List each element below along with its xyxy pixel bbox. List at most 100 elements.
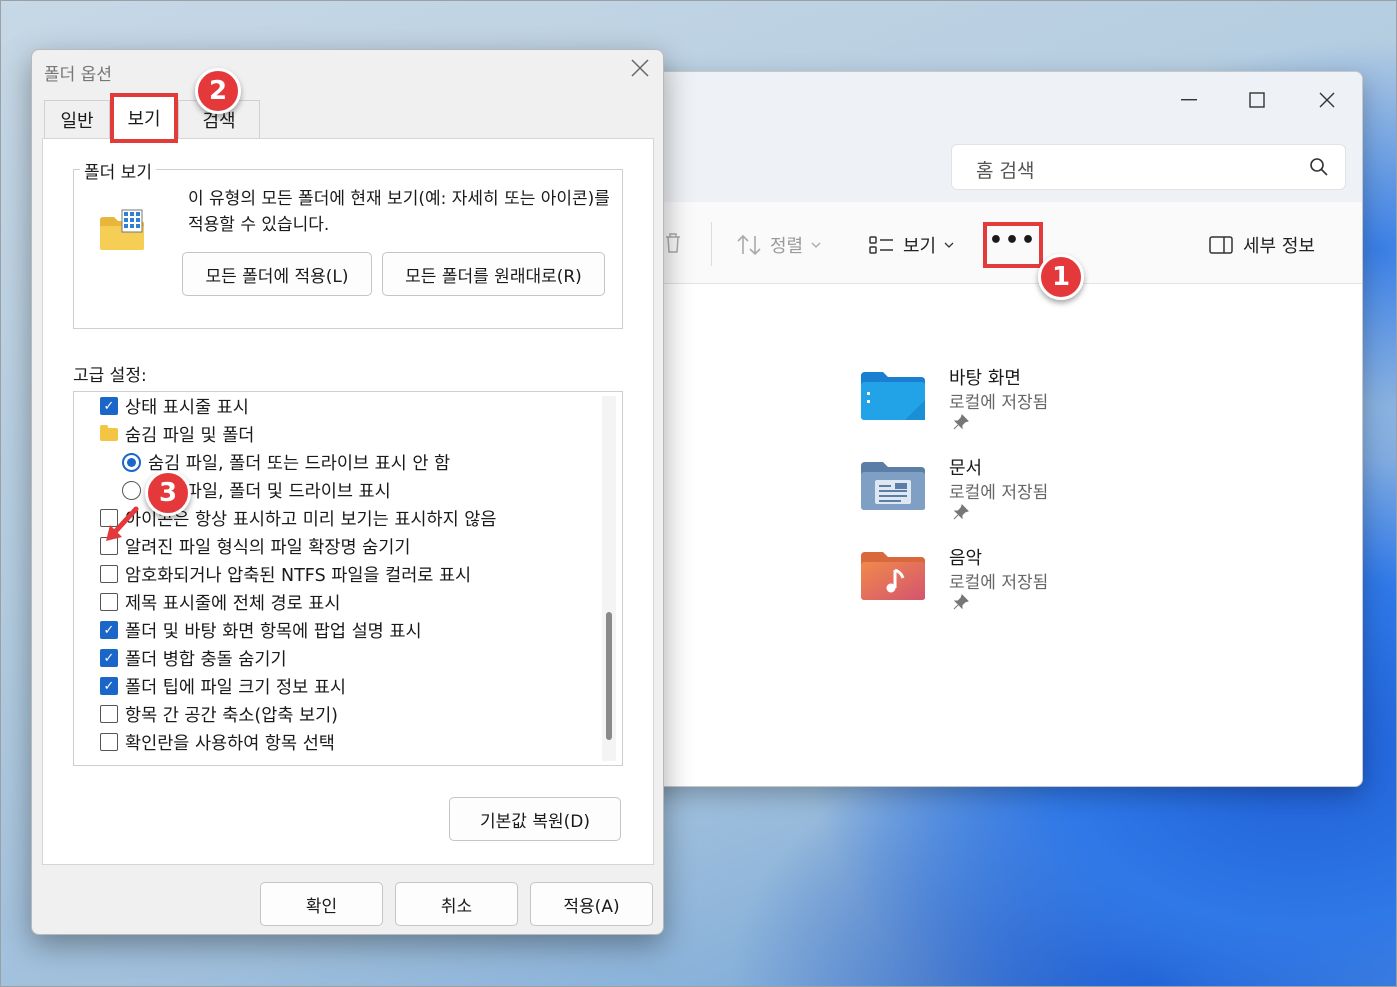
- radio-selected[interactable]: [122, 452, 141, 472]
- quick-access-item-desktop[interactable]: 바탕 화면 로컬에 저장됨: [861, 364, 1181, 444]
- chevron-down-icon: [811, 242, 821, 248]
- music-folder-icon: [861, 552, 925, 600]
- scrollbar-thumb[interactable]: [606, 612, 612, 740]
- dialog-close-button[interactable]: [631, 58, 649, 83]
- setting-compact-view[interactable]: 항목 간 공간 축소(압축 보기): [100, 700, 338, 728]
- reset-all-folders-button[interactable]: 모든 폴더를 원래대로(R): [382, 252, 605, 296]
- trash-icon: [666, 233, 680, 253]
- view-tab-panel: 폴더 보기 이 유형의 모든 폴더에 현재 보기(예: 자세히 또는 아이콘)를…: [42, 138, 654, 865]
- folder-icon: [100, 424, 118, 441]
- restore-defaults-button[interactable]: 기본값 복원(D): [449, 797, 621, 841]
- checkbox-checked[interactable]: ✓: [100, 649, 118, 667]
- apply-to-all-folders-button[interactable]: 모든 폴더에 적용(L): [182, 252, 372, 296]
- button-label: 모든 폴더를 원래대로(R): [405, 266, 582, 287]
- setting-item-checkboxes[interactable]: 확인란을 사용하여 항목 선택: [100, 728, 335, 756]
- desktop-folder-icon: [861, 372, 925, 420]
- checkbox-unchecked[interactable]: [100, 565, 118, 583]
- details-pane-button[interactable]: 세부 정보: [1209, 232, 1315, 258]
- setting-label: 폴더 및 바탕 화면 항목에 팝업 설명 표시: [125, 621, 422, 642]
- button-label: 기본값 복원(D): [480, 811, 590, 832]
- apply-button[interactable]: 적용(A): [530, 882, 653, 926]
- quick-access-area: 바탕 화면 로컬에 저장됨 문서 로컬에 저장됨 음악 로컬에 저장됨: [601, 284, 1362, 786]
- folder-view-description: 이 유형의 모든 폴더에 현재 보기(예: 자세히 또는 아이콘)를 적용할 수…: [188, 189, 610, 235]
- sort-button[interactable]: 정렬: [736, 232, 821, 258]
- advanced-list-scrollbar[interactable]: [602, 396, 616, 761]
- setting-label: 상태 표시줄 표시: [125, 397, 249, 418]
- maximize-icon: [1249, 92, 1265, 108]
- explorer-titlebar: [601, 72, 1362, 130]
- delete-button[interactable]: [663, 232, 683, 254]
- maximize-button[interactable]: [1234, 80, 1280, 120]
- button-label: 확인: [305, 896, 338, 917]
- documents-folder-icon: [861, 462, 925, 510]
- more-options-icon: •••: [988, 228, 1038, 253]
- close-button[interactable]: [1304, 80, 1350, 120]
- checkbox-unchecked[interactable]: [100, 593, 118, 611]
- close-icon: [631, 59, 649, 77]
- radio-unselected[interactable]: [122, 480, 141, 500]
- checkbox-checked[interactable]: ✓: [100, 397, 118, 415]
- button-label: 적용(A): [563, 896, 620, 917]
- details-pane-icon: [1209, 236, 1233, 254]
- advanced-settings-list[interactable]: ✓ 상태 표시줄 표시 숨김 파일 및 폴더 숨김 파일, 폴더 또는 드라이브…: [73, 391, 623, 766]
- folder-options-dialog: 폴더 옵션 일반 보기 검색 폴더 보기 이 유형의 모든 폴더에 현재 보기(…: [31, 49, 664, 935]
- minimize-icon: [1181, 99, 1197, 101]
- setting-folder-tip-size[interactable]: ✓ 폴더 팁에 파일 크기 정보 표시: [100, 672, 346, 700]
- setting-color-ntfs[interactable]: 암호화되거나 압축된 NTFS 파일을 컬러로 표시: [100, 560, 471, 588]
- annotation-arrow-icon: [106, 506, 139, 541]
- quick-access-name: 음악: [949, 548, 983, 569]
- setting-hide-extensions[interactable]: 알려진 파일 형식의 파일 확장명 숨기기: [100, 532, 410, 560]
- pin-icon: [953, 594, 969, 610]
- command-bar: 정렬 보기 세부 정보: [601, 202, 1362, 284]
- checkbox-checked[interactable]: ✓: [100, 677, 118, 695]
- more-options-button[interactable]: •••: [983, 222, 1043, 268]
- setting-hide-merge-conflicts[interactable]: ✓ 폴더 병합 충돌 숨기기: [100, 644, 287, 672]
- setting-label: 폴더 팁에 파일 크기 정보 표시: [125, 677, 347, 698]
- step-badge-1: 1: [1038, 254, 1084, 300]
- setting-label: 숨김 파일 및 폴더: [125, 425, 255, 446]
- checkbox-checked[interactable]: ✓: [100, 621, 118, 639]
- quick-access-name: 바탕 화면: [949, 368, 1021, 389]
- chevron-down-icon: [944, 242, 954, 248]
- search-input[interactable]: 홈 검색: [951, 144, 1346, 190]
- setting-label: 폴더 병합 충돌 숨기기: [125, 649, 287, 670]
- quick-access-status: 로컬에 저장됨: [949, 573, 1049, 593]
- setting-popup-description[interactable]: ✓ 폴더 및 바탕 화면 항목에 팝업 설명 표시: [100, 616, 422, 644]
- setting-label: 제목 표시줄에 전체 경로 표시: [125, 593, 341, 614]
- step-badge-2: 2: [195, 68, 241, 114]
- sort-icon: [737, 234, 761, 256]
- checkbox-unchecked[interactable]: [100, 733, 118, 751]
- setting-label: 항목 간 공간 축소(압축 보기): [125, 705, 339, 726]
- folder-view-icon: [100, 209, 144, 250]
- toolbar-divider: [711, 222, 712, 266]
- setting-full-path-title[interactable]: 제목 표시줄에 전체 경로 표시: [100, 588, 340, 616]
- tab-view[interactable]: 보기: [110, 93, 178, 143]
- setting-hidden-files-group: 숨김 파일 및 폴더: [100, 420, 254, 448]
- quick-access-item-documents[interactable]: 문서 로컬에 저장됨: [861, 454, 1181, 534]
- setting-label: 암호화되거나 압축된 NTFS 파일을 컬러로 표시: [125, 565, 472, 586]
- folder-view-legend: 폴더 보기: [80, 158, 156, 183]
- tab-general[interactable]: 일반: [44, 100, 110, 138]
- quick-access-status: 로컬에 저장됨: [949, 393, 1049, 413]
- advanced-settings-label: 고급 설정:: [73, 366, 147, 386]
- button-label: 취소: [440, 896, 473, 917]
- tab-label: 보기: [127, 109, 161, 130]
- search-icon: [1310, 158, 1328, 176]
- checkbox-unchecked[interactable]: [100, 705, 118, 723]
- setting-label: 숨김 파일, 폴더 또는 드라이브 표시 안 함: [148, 453, 451, 474]
- ok-button[interactable]: 확인: [260, 882, 383, 926]
- quick-access-name: 문서: [949, 458, 983, 479]
- step-badge-3: 3: [145, 470, 191, 516]
- setting-show-status-bar[interactable]: ✓ 상태 표시줄 표시: [100, 392, 249, 420]
- quick-access-item-music[interactable]: 음악 로컬에 저장됨: [861, 544, 1181, 624]
- pin-icon: [953, 504, 969, 520]
- view-button[interactable]: 보기: [869, 232, 954, 258]
- tab-label: 일반: [60, 110, 94, 132]
- close-icon: [1319, 92, 1335, 108]
- view-label: 보기: [903, 236, 937, 257]
- setting-label: 알려진 파일 형식의 파일 확장명 숨기기: [125, 537, 411, 558]
- minimize-button[interactable]: [1166, 80, 1212, 120]
- cancel-button[interactable]: 취소: [395, 882, 518, 926]
- dialog-title: 폴더 옵션: [44, 65, 112, 85]
- file-explorer-window: 홈 검색 정렬 보기 세부 정보 바탕 화면 로컬에 저장됨 문서 로컬에 저장…: [600, 71, 1363, 787]
